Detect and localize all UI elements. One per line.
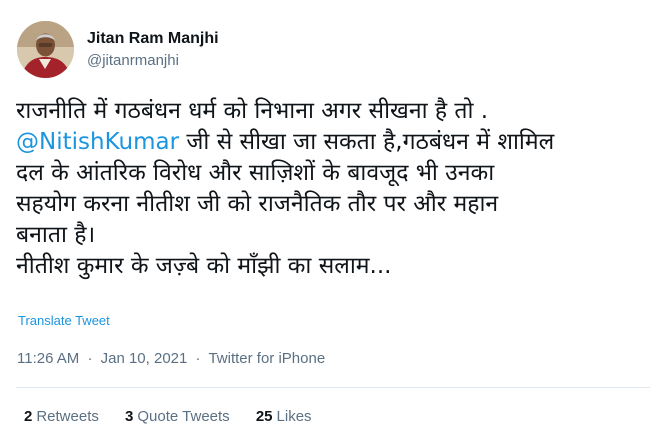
tweet-line-6: नीतीश कुमार के जज़्बे को माँझी का सलाम..…	[16, 253, 392, 279]
author-name[interactable]: Jitan Ram Manjhi	[87, 29, 219, 49]
tweet-line-2: @NitishKumar जी से सीखा जा सकता है,गठबंध…	[16, 127, 636, 158]
tweet-source[interactable]: Twitter for iPhone	[208, 350, 325, 367]
tweet-time[interactable]: 11:26 AM	[17, 350, 79, 367]
likes-label: Likes	[276, 408, 312, 425]
avatar-photo-icon	[17, 21, 74, 78]
avatar[interactable]	[17, 21, 74, 78]
tweet-card: Jitan Ram Manjhi @jitanrmanjhi राजनीति म…	[0, 0, 650, 441]
meta-separator: ·	[195, 350, 201, 367]
likes-stat[interactable]: 25 Likes	[256, 408, 312, 425]
quote-tweets-label: Quote Tweets	[137, 408, 230, 425]
quote-tweets-stat[interactable]: 3 Quote Tweets	[125, 408, 230, 425]
mention-link[interactable]: @NitishKumar	[16, 129, 179, 155]
translate-tweet-link[interactable]: Translate Tweet	[18, 313, 110, 329]
retweets-count: 2	[24, 408, 33, 425]
author-handle[interactable]: @jitanrmanjhi	[87, 51, 179, 71]
retweets-stat[interactable]: 2 Retweets	[24, 408, 99, 425]
tweet-line-4: सहयोग करना नीतीश जी को राजनैतिक तौर पर औ…	[16, 191, 499, 217]
divider	[16, 387, 650, 388]
tweet-text: राजनीति में गठबंधन धर्म को निभाना अगर सी…	[16, 96, 636, 282]
tweet-stats: 2 Retweets 3 Quote Tweets 25 Likes	[24, 407, 334, 427]
retweets-label: Retweets	[36, 408, 99, 425]
tweet-line-2-text: जी से सीखा जा सकता है,गठबंधन में शामिल	[179, 129, 555, 155]
tweet-line-3: दल के आंतरिक विरोध और साज़िशों के बावजूद…	[16, 160, 495, 186]
likes-count: 25	[255, 408, 273, 425]
tweet-line-5: बनाता है।	[16, 222, 96, 248]
quote-tweets-count: 3	[125, 408, 134, 425]
tweet-meta: 11:26 AM · Jan 10, 2021 · Twitter for iP…	[17, 349, 325, 369]
tweet-line-1: राजनीति में गठबंधन धर्म को निभाना अगर सी…	[16, 98, 489, 124]
tweet-date[interactable]: Jan 10, 2021	[101, 350, 188, 367]
meta-separator: ·	[87, 350, 93, 367]
